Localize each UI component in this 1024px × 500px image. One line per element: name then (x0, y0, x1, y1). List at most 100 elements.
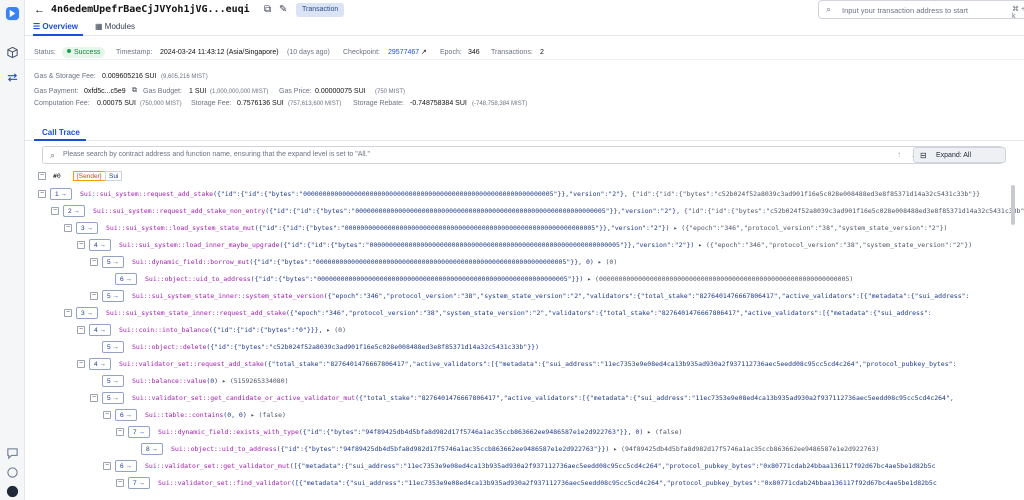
trace-call-text: Sui::sui_system::request_add_stake_non_e… (93, 203, 1024, 219)
function-name[interactable]: Sui::sui_system::request_add_stake (80, 190, 213, 198)
transaction-badge: Transaction (296, 3, 345, 17)
depth-button[interactable]: 5 → (102, 256, 124, 268)
depth-button[interactable]: 5 → (102, 290, 124, 302)
depth-button[interactable]: 1 → (50, 188, 72, 200)
gas-price-mist: (750 MIST) (375, 89, 406, 95)
function-name[interactable]: Sui::validator_set::get_candidate_or_act… (132, 394, 355, 402)
arrow-up-icon[interactable]: ↑ (897, 150, 901, 159)
function-name[interactable]: Sui::sui_system_state_inner::request_add… (106, 309, 286, 317)
function-name[interactable]: Sui::balance::value (132, 377, 206, 385)
function-name[interactable]: Sui::coin::into_balance (119, 326, 209, 334)
back-arrow-icon[interactable]: ← (34, 4, 45, 16)
depth-button[interactable]: 7 → (128, 426, 150, 438)
function-name[interactable]: Sui::dynamic_field::exists_with_type (158, 428, 299, 436)
collapse-toggle[interactable]: − (103, 462, 111, 470)
depth-button[interactable]: 4 → (89, 358, 111, 370)
gas-payment-value[interactable]: 0xfd5c...c5e9 (84, 88, 126, 95)
depth-button[interactable]: 6 → (115, 460, 137, 472)
function-name[interactable]: Sui::object::uid_to_address (145, 275, 251, 283)
expand-level-button[interactable]: ⊟ Expand: All (913, 147, 1006, 163)
call-trace-tab[interactable]: Call Trace (42, 128, 80, 137)
depth-button[interactable]: 3 → (76, 307, 98, 319)
chat-icon[interactable] (6, 466, 19, 479)
tab-bar: ☰ Overview ▦ Modules (25, 19, 1024, 36)
depth-button[interactable]: 8 → (141, 443, 163, 455)
collapse-toggle[interactable]: − (51, 207, 59, 215)
gas-price-label: Gas Price: (279, 88, 312, 95)
checkpoint-link[interactable]: 29577467 (388, 49, 419, 56)
trace-row: −7 → Sui::dynamic_field::exists_with_type… (25, 424, 1024, 440)
transaction-search-input[interactable]: ⌕ Input your transaction address to star… (818, 0, 1024, 20)
depth-button[interactable]: 3 → (76, 222, 98, 234)
depth-button[interactable]: 5 → (102, 375, 124, 387)
expand-level-label: Expand: All (936, 152, 972, 159)
collapse-toggle[interactable]: − (116, 428, 124, 436)
collapse-toggle[interactable]: − (64, 224, 72, 232)
function-result: ▸ ({"epoch":"346","protocol_version":"38… (669, 224, 948, 232)
function-name[interactable]: Sui::validator_set::get_validator_mut (145, 462, 290, 470)
edit-icon[interactable]: ✎ (279, 4, 287, 15)
collapse-toggle[interactable]: − (64, 309, 72, 317)
function-name[interactable]: Sui::sui_system::load_inner_maybe_upgrad… (119, 241, 279, 249)
function-name[interactable]: Sui::object::uid_to_address (171, 445, 277, 453)
function-name[interactable]: Sui::validator_set::find_validator (158, 479, 291, 487)
external-link-icon[interactable]: ↗ (421, 48, 427, 56)
tab-modules[interactable]: ▦ Modules (95, 22, 135, 31)
collapse-toggle[interactable]: − (77, 326, 85, 334)
collapse-toggle[interactable]: − (77, 360, 85, 368)
collapse-toggle[interactable]: − (90, 292, 98, 300)
depth-button[interactable]: 4 → (89, 324, 111, 336)
collapse-toggle[interactable]: − (38, 190, 46, 198)
function-name[interactable]: Sui::table::contains (145, 411, 223, 419)
app-logo-icon[interactable] (5, 6, 20, 21)
depth-button[interactable]: 4 → (89, 239, 111, 251)
collapse-toggle[interactable]: − (38, 172, 46, 180)
trace-root-id: #0 (53, 172, 61, 180)
function-args: ({"id":{"id":{"bytes":"0"}}}, (209, 326, 323, 334)
copy-icon[interactable]: ⧉ (132, 87, 137, 95)
depth-button[interactable]: 6 → (115, 273, 137, 285)
copy-icon[interactable]: ⧉ (264, 4, 271, 15)
depth-button[interactable]: 6 → (115, 409, 137, 421)
tab-overview[interactable]: ☰ Overview (33, 22, 78, 31)
depth-button[interactable]: 2 → (63, 205, 85, 217)
collapse-toggle[interactable]: − (90, 258, 98, 266)
function-args: ({"id":{"bytes":"94f89425db4d5bfa8d982d1… (276, 445, 610, 453)
scrollbar-thumb[interactable] (1011, 185, 1015, 225)
trace-row: −3 → Sui::sui_system::load_system_state_m… (25, 220, 1024, 236)
function-args: ({"id":{"bytes":"00000000000000000000000… (249, 258, 594, 266)
cube-icon[interactable] (6, 46, 19, 59)
function-name[interactable]: Sui::object::delete (132, 343, 206, 351)
depth-button[interactable]: 7 → (128, 477, 150, 489)
trace-call-text: Sui::coin::into_balance({"id":{"id":{"by… (119, 322, 346, 338)
depth-button[interactable]: 5 → (102, 392, 124, 404)
collapse-toggle[interactable]: − (116, 479, 124, 487)
gas-fee-label: Gas & Storage Fee: (34, 73, 96, 80)
timestamp-value: 2024-03-24 11:43:12 (Asia/Singapore) (160, 49, 279, 56)
depth-button[interactable]: 5 → (102, 341, 124, 353)
gas-fee-mist: (9,605,216 MIST) (161, 74, 208, 80)
transfer-icon[interactable] (6, 71, 19, 84)
shortcut-hint: ⌘ + k (1012, 6, 1024, 20)
function-args: ({"epoch":"346","protocol_version":"38",… (323, 292, 970, 300)
function-name[interactable]: Sui::validator_set::request_add_stake (119, 360, 264, 368)
call-trace-search-input[interactable]: ⌕ Please search by contract address and … (42, 146, 1003, 164)
function-name[interactable]: Sui::sui_system_state_inner::system_stat… (132, 292, 324, 300)
function-name[interactable]: Sui::sui_system::load_system_state_mut (106, 224, 255, 232)
function-args: ({"id":{"id":{"bytes":"00000000000000000… (213, 190, 628, 198)
function-name[interactable]: Sui::sui_system::request_add_stake_non_e… (93, 207, 265, 215)
function-name[interactable]: Sui::dynamic_field::borrow_mut (132, 258, 249, 266)
computation-fee-label: Computation Fee: (34, 100, 90, 107)
gas-budget-value: 1 SUI (189, 88, 207, 95)
collapse-toggle[interactable]: − (90, 394, 98, 402)
function-args: ({"id":{"id":{"bytes":"00000000000000000… (265, 207, 681, 215)
trace-row: −5 → Sui::dynamic_field::borrow_mut({"id"… (25, 254, 1024, 270)
trace-row: −1 → Sui::sui_system::request_add_stake({… (25, 186, 1024, 202)
profile-icon[interactable] (6, 485, 19, 498)
transaction-id: 4n6edemUpefrBaeCjJVYoh1jVG...euqi (51, 4, 250, 15)
feedback-icon[interactable] (6, 447, 19, 460)
collapse-toggle[interactable]: − (77, 241, 85, 249)
function-args: ({"id":{"bytes":"94f89425db4d5bfa8d982d1… (298, 428, 644, 436)
collapse-toggle[interactable]: − (103, 411, 111, 419)
timestamp-ago: (10 days ago) (287, 49, 330, 56)
